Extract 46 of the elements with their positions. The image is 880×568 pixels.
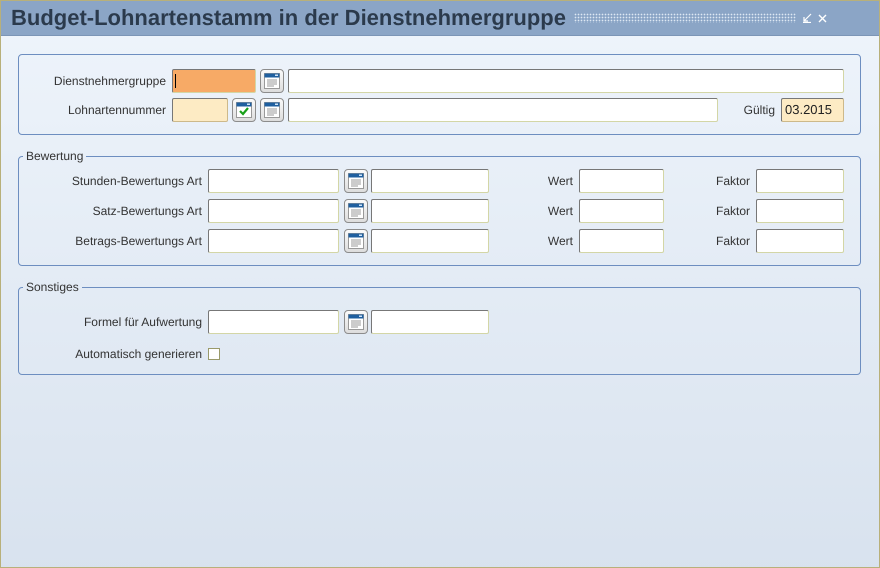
input-field[interactable]	[756, 199, 844, 223]
list-button[interactable]	[344, 199, 368, 223]
list-button[interactable]	[344, 310, 368, 334]
input-field[interactable]	[371, 310, 489, 334]
close-icon[interactable]	[818, 14, 827, 22]
list-button[interactable]	[260, 69, 284, 93]
checkbox[interactable]	[208, 348, 220, 360]
field-label: Automatisch generieren	[74, 347, 203, 361]
field-label: Faktor	[714, 174, 751, 188]
input-field[interactable]	[756, 229, 844, 253]
input-field[interactable]	[579, 169, 664, 193]
list-button[interactable]	[344, 169, 368, 193]
field-label: Faktor	[714, 234, 751, 248]
field-label: Wert	[546, 234, 574, 248]
input-field[interactable]	[371, 169, 489, 193]
field-label: Faktor	[714, 204, 751, 218]
field-label: Stunden-Bewertungs Art	[70, 174, 203, 188]
field-label: Wert	[546, 204, 574, 218]
input-field[interactable]	[288, 69, 844, 93]
field-label: Formel für Aufwertung	[82, 315, 203, 329]
field-label: Wert	[546, 174, 574, 188]
input-field[interactable]	[756, 169, 844, 193]
input-field[interactable]	[288, 98, 718, 122]
input-field[interactable]	[208, 229, 339, 253]
field-label: Satz-Bewertungs Art	[92, 204, 203, 218]
field-label: Gültig	[742, 103, 776, 117]
list-button[interactable]	[260, 98, 284, 122]
input-field[interactable]	[579, 229, 664, 253]
input-field[interactable]	[579, 199, 664, 223]
input-field[interactable]: 03.2015	[781, 98, 844, 122]
window-title: Budget-Lohnartenstamm in der Dienstnehmergruppe	[11, 5, 566, 31]
field-label: Lohnartennummer	[66, 103, 167, 117]
field-label: Dienstnehmergruppe	[52, 74, 167, 88]
field-label: Betrags-Bewertungs Art	[74, 234, 203, 248]
input-field[interactable]	[208, 199, 339, 223]
input-field[interactable]	[208, 310, 339, 334]
list-button[interactable]	[344, 229, 368, 253]
group-title: Sonstiges	[25, 280, 80, 294]
group-title: Bewertung	[25, 149, 84, 163]
input-field[interactable]	[371, 229, 489, 253]
input-field[interactable]	[371, 199, 489, 223]
check-list-button[interactable]	[232, 98, 256, 122]
input-field[interactable]	[172, 69, 256, 93]
restore-icon[interactable]	[802, 13, 812, 23]
input-field[interactable]	[172, 98, 228, 122]
input-field[interactable]	[208, 169, 339, 193]
